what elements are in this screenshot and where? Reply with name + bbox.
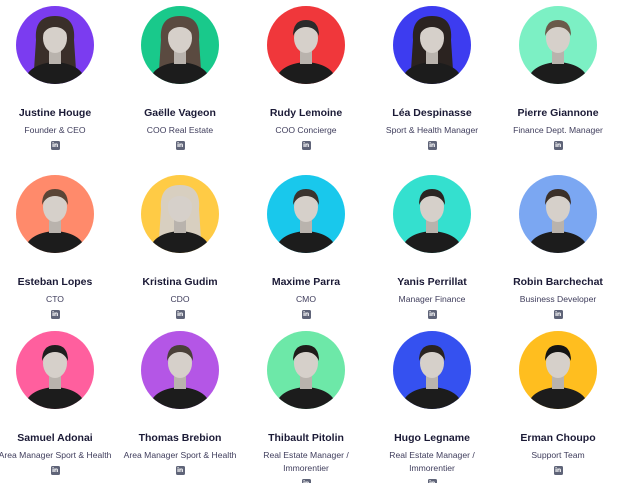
member-name: Thibault Pitolin — [268, 432, 344, 444]
avatar — [267, 175, 345, 253]
member-role: CDO — [170, 294, 190, 304]
member-role: COO Concierge — [275, 125, 337, 135]
team-member-card: Yanis Perrillat Manager Finance in — [370, 175, 494, 319]
member-name: Léa Despinasse — [392, 107, 472, 119]
member-role: Support Team — [531, 450, 585, 460]
member-role: Area Manager Sport & Health — [123, 450, 237, 460]
member-name: Pierre Giannone — [517, 107, 599, 119]
linkedin-icon[interactable]: in — [175, 466, 185, 475]
avatar — [393, 6, 471, 84]
avatar — [16, 175, 94, 253]
team-member-card: Justine Houge Founder & CEO in — [0, 6, 117, 150]
member-role: Real Estate Manager / Immorentier — [263, 450, 349, 473]
linkedin-icon[interactable]: in — [427, 310, 437, 319]
avatar — [519, 175, 597, 253]
linkedin-icon[interactable]: in — [301, 479, 311, 483]
member-name: Robin Barchechat — [513, 276, 603, 288]
member-name: Esteban Lopes — [17, 276, 93, 288]
team-member-card: Erman Choupo Support Team in — [496, 331, 620, 475]
portrait-photo — [149, 185, 211, 253]
member-role: Business Developer — [519, 294, 597, 304]
linkedin-icon[interactable]: in — [175, 310, 185, 319]
member-role: Real Estate Manager / Immorentier — [389, 450, 475, 473]
portrait-photo — [24, 16, 86, 84]
member-name: Hugo Legname — [394, 432, 470, 444]
avatar — [267, 6, 345, 84]
linkedin-icon[interactable]: in — [50, 141, 60, 150]
portrait-photo — [24, 189, 86, 253]
avatar — [267, 331, 345, 409]
avatar — [141, 6, 219, 84]
avatar — [16, 6, 94, 84]
team-member-card: Rudy Lemoine COO Concierge in — [244, 6, 368, 150]
portrait-photo — [275, 20, 337, 84]
team-member-card: Thomas Brebion Area Manager Sport & Healt… — [118, 331, 242, 475]
linkedin-icon[interactable]: in — [427, 141, 437, 150]
avatar — [141, 331, 219, 409]
linkedin-icon[interactable]: in — [175, 141, 185, 150]
avatar — [141, 175, 219, 253]
avatar — [519, 331, 597, 409]
team-member-card: Léa Despinasse Sport & Health Manager in — [370, 6, 494, 150]
member-name: Yanis Perrillat — [397, 276, 467, 288]
portrait-photo — [401, 16, 463, 84]
avatar — [393, 331, 471, 409]
team-member-card: Kristina Gudim CDO in — [118, 175, 242, 319]
linkedin-icon[interactable]: in — [427, 479, 437, 483]
member-role: Sport & Health Manager — [385, 125, 479, 135]
member-name: Thomas Brebion — [138, 432, 222, 444]
portrait-photo — [527, 189, 589, 253]
avatar — [519, 6, 597, 84]
member-name: Rudy Lemoine — [269, 107, 343, 119]
member-name: Maxime Parra — [271, 276, 341, 288]
team-member-card: Hugo Legname Real Estate Manager / Immore… — [370, 331, 494, 483]
linkedin-icon[interactable]: in — [50, 466, 60, 475]
member-role: Founder & CEO — [24, 125, 86, 135]
team-member-card: Samuel Adonai Area Manager Sport & Health… — [0, 331, 117, 475]
linkedin-icon[interactable]: in — [553, 310, 563, 319]
team-grid: Justine Houge Founder & CEO in Gaëlle Vageo… — [0, 0, 622, 483]
member-role: COO Real Estate — [146, 125, 214, 135]
team-member-card: Robin Barchechat Business Developer in — [496, 175, 620, 319]
team-member-card: Pierre Giannone Finance Dept. Manager in — [496, 6, 620, 150]
linkedin-icon[interactable]: in — [301, 310, 311, 319]
portrait-photo — [275, 345, 337, 409]
linkedin-icon[interactable]: in — [50, 310, 60, 319]
portrait-photo — [527, 345, 589, 409]
linkedin-icon[interactable]: in — [553, 466, 563, 475]
member-role: CTO — [46, 294, 64, 304]
portrait-photo — [401, 189, 463, 253]
team-member-card: Gaëlle Vageon COO Real Estate in — [118, 6, 242, 150]
team-member-card: Thibault Pitolin Real Estate Manager / Im… — [244, 331, 368, 483]
avatar — [16, 331, 94, 409]
member-role: Manager Finance — [398, 294, 466, 304]
avatar — [393, 175, 471, 253]
member-name: Gaëlle Vageon — [144, 107, 216, 119]
portrait-photo — [275, 189, 337, 253]
member-name: Kristina Gudim — [142, 276, 218, 288]
portrait-photo — [401, 345, 463, 409]
member-role: Area Manager Sport & Health — [0, 450, 112, 460]
portrait-photo — [149, 16, 211, 84]
member-name: Justine Houge — [18, 107, 92, 119]
portrait-photo — [149, 345, 211, 409]
linkedin-icon[interactable]: in — [301, 141, 311, 150]
member-name: Erman Choupo — [520, 432, 596, 444]
team-member-card: Maxime Parra CMO in — [244, 175, 368, 319]
portrait-photo — [527, 20, 589, 84]
portrait-photo — [24, 345, 86, 409]
linkedin-icon[interactable]: in — [553, 141, 563, 150]
member-role: Finance Dept. Manager — [513, 125, 603, 135]
member-role: CMO — [295, 294, 317, 304]
member-name: Samuel Adonai — [17, 432, 93, 444]
team-member-card: Esteban Lopes CTO in — [0, 175, 117, 319]
